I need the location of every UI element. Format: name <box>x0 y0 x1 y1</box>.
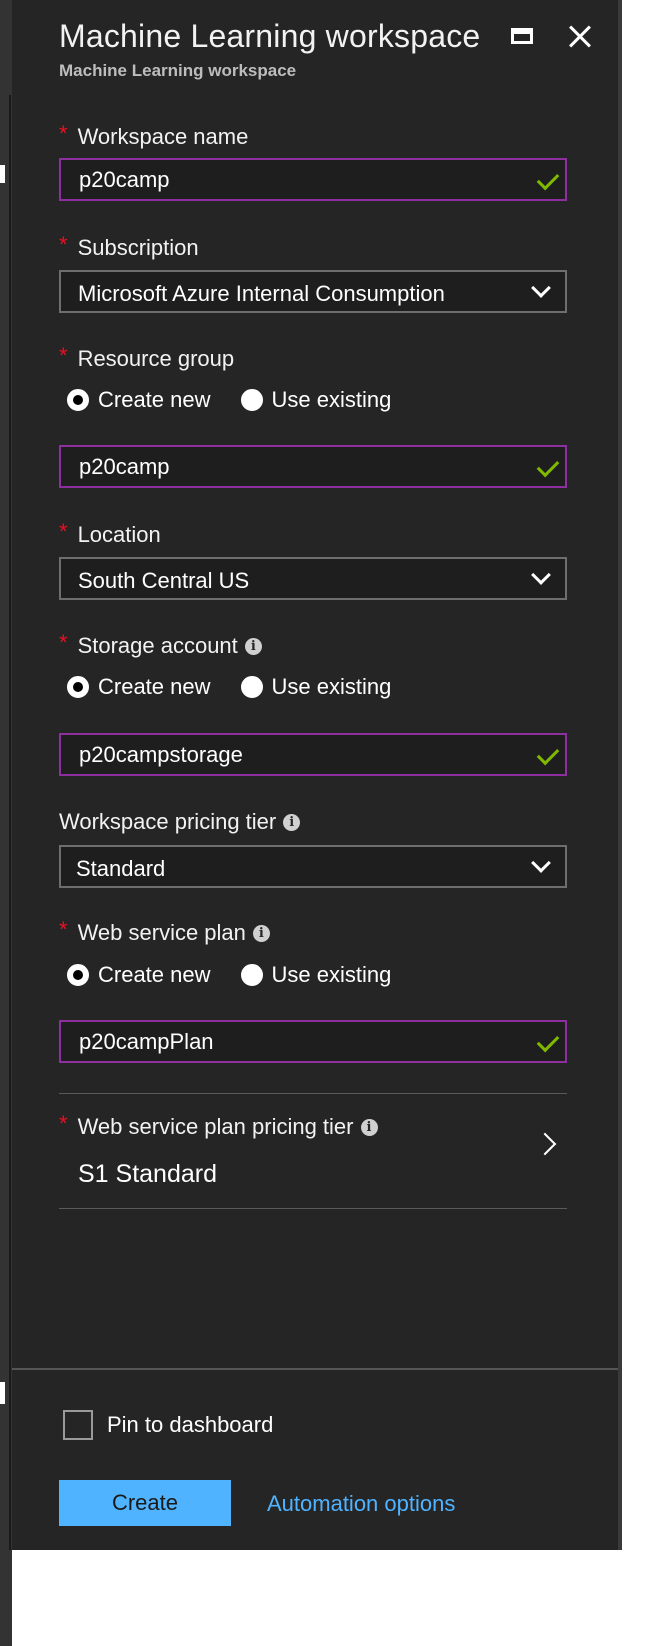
location-value: South Central US <box>78 568 250 593</box>
workspace-name-label-text: Workspace name <box>77 124 249 149</box>
info-icon[interactable]: i <box>244 637 262 655</box>
web-service-plan-radio-group: Create new Use existing <box>67 960 421 990</box>
divider <box>59 1208 567 1209</box>
radio-label: Use existing <box>271 674 392 699</box>
radio-unselected-icon <box>240 964 263 986</box>
radio-selected-icon <box>67 676 89 698</box>
radio-selected-icon <box>67 389 89 411</box>
blade-border <box>618 0 622 1550</box>
close-button[interactable] <box>564 20 600 56</box>
storage-account-label: * Storage account i <box>59 630 262 659</box>
subscription-label-text: Subscription <box>77 235 199 260</box>
web-service-plan-label-text: Web service plan <box>77 920 246 945</box>
storage-account-field <box>59 733 567 776</box>
pricing-tier-label: Workspace pricing tier i <box>59 809 301 835</box>
storage-account-use-existing-radio[interactable]: Use existing <box>240 674 392 700</box>
required-marker: * <box>59 917 68 942</box>
web-service-plan-label: * Web service plan i <box>59 917 270 946</box>
web-service-plan-pricing-tier-label: * Web service plan pricing tier i <box>59 1111 378 1140</box>
maximize-button[interactable] <box>506 20 542 56</box>
chevron-right-icon <box>533 1132 557 1156</box>
info-icon[interactable]: i <box>283 813 301 831</box>
resource-group-label: * Resource group <box>59 343 235 372</box>
resource-group-field <box>59 445 567 488</box>
radio-label: Use existing <box>271 387 392 412</box>
location-label: * Location <box>59 519 161 548</box>
blade-subtitle: Machine Learning workspace <box>59 61 297 80</box>
automation-options-link[interactable]: Automation options <box>267 1491 455 1517</box>
radio-label: Use existing <box>271 962 392 987</box>
info-icon[interactable]: i <box>360 1118 378 1136</box>
resource-group-label-text: Resource group <box>77 346 235 371</box>
web-service-plan-create-new-radio[interactable]: Create new <box>67 962 211 988</box>
required-marker: * <box>59 343 68 368</box>
resource-group-input[interactable] <box>61 447 565 486</box>
subscription-dropdown[interactable]: Microsoft Azure Internal Consumption <box>59 270 567 313</box>
blade-title: Machine Learning workspace <box>59 18 481 54</box>
footer-divider <box>12 1368 622 1370</box>
required-marker: * <box>59 630 68 655</box>
web-service-plan-pricing-tier-value: S1 Standard <box>78 1160 217 1188</box>
maximize-icon <box>511 28 533 44</box>
required-marker: * <box>59 121 68 146</box>
radio-unselected-icon <box>240 389 263 411</box>
resource-group-create-new-radio[interactable]: Create new <box>67 387 211 413</box>
radio-unselected-icon <box>240 676 263 698</box>
storage-account-create-new-radio[interactable]: Create new <box>67 674 211 700</box>
storage-account-label-text: Storage account <box>77 633 238 658</box>
previous-blade-fragment <box>0 165 5 183</box>
chevron-down-icon <box>531 853 551 873</box>
required-marker: * <box>59 519 68 544</box>
pin-to-dashboard-label: Pin to dashboard <box>107 1412 274 1437</box>
resource-group-use-existing-radio[interactable]: Use existing <box>240 387 392 413</box>
web-service-plan-field <box>59 1020 567 1063</box>
radio-label: Create new <box>98 962 211 987</box>
web-service-plan-input[interactable] <box>61 1022 565 1061</box>
workspace-name-field <box>59 158 567 201</box>
info-icon[interactable]: i <box>252 924 270 942</box>
pricing-tier-dropdown[interactable]: Standard <box>59 845 567 888</box>
radio-selected-icon <box>67 964 89 986</box>
location-label-text: Location <box>77 522 161 547</box>
web-service-plan-pricing-tier-label-text: Web service plan pricing tier <box>77 1114 354 1139</box>
previous-blade-edge <box>0 0 12 1646</box>
web-service-plan-use-existing-radio[interactable]: Use existing <box>240 962 392 988</box>
web-service-plan-pricing-tier-selector[interactable]: * Web service plan pricing tier i S1 Sta… <box>59 1094 567 1208</box>
storage-account-radio-group: Create new Use existing <box>67 672 421 702</box>
chevron-down-icon <box>531 278 551 298</box>
subscription-value: Microsoft Azure Internal Consumption <box>78 281 445 306</box>
previous-blade-fragment <box>0 1382 5 1404</box>
required-marker: * <box>59 232 68 257</box>
create-workspace-blade: Machine Learning workspace Machine Learn… <box>12 0 622 1550</box>
workspace-name-label: * Workspace name <box>59 121 249 150</box>
pin-to-dashboard-checkbox[interactable] <box>63 1410 93 1440</box>
workspace-name-input[interactable] <box>61 160 565 199</box>
pricing-tier-label-text: Workspace pricing tier <box>59 809 277 834</box>
radio-label: Create new <box>98 674 211 699</box>
chevron-down-icon <box>531 565 551 585</box>
required-marker: * <box>59 1111 68 1136</box>
pricing-tier-value: Standard <box>76 856 166 881</box>
storage-account-input[interactable] <box>61 735 565 774</box>
previous-blade-border <box>9 95 11 1550</box>
subscription-label: * Subscription <box>59 232 199 261</box>
radio-label: Create new <box>98 387 211 412</box>
create-button[interactable]: Create <box>59 1480 231 1526</box>
resource-group-radio-group: Create new Use existing <box>67 385 421 415</box>
location-dropdown[interactable]: South Central US <box>59 557 567 600</box>
